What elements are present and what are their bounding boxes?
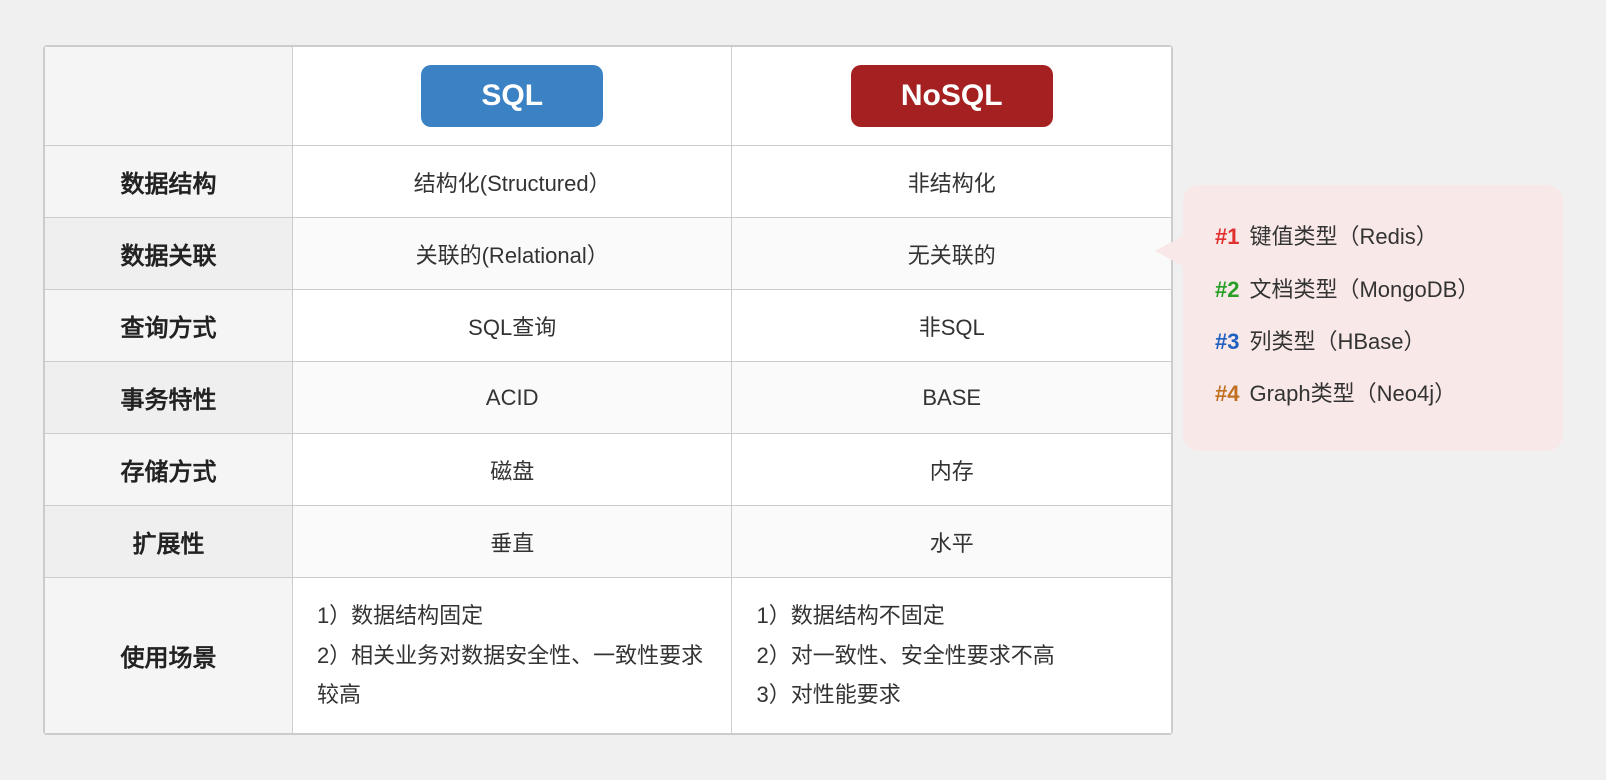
callout-number: #3 — [1215, 318, 1239, 366]
nosql-button: NoSQL — [851, 65, 1053, 127]
callout-number: #4 — [1215, 370, 1239, 418]
callout-text: 列类型（HBase） — [1249, 318, 1425, 366]
sql-cell: 结构化(Structured） — [292, 146, 732, 218]
feature-cell: 使用场景 — [45, 578, 293, 734]
sql-cell: 垂直 — [292, 506, 732, 578]
callout-item: #2文档类型（MongoDB） — [1215, 266, 1531, 314]
nosql-cell: 1）数据结构不固定2）对一致性、安全性要求不高3）对性能要求 — [732, 578, 1172, 734]
sql-cell: 关联的(Relational） — [292, 218, 732, 290]
feature-cell: 事务特性 — [45, 362, 293, 434]
header-sql-col: SQL — [292, 47, 732, 146]
sql-cell: ACID — [292, 362, 732, 434]
table-row: 查询方式SQL查询非SQL — [45, 290, 1172, 362]
feature-cell: 数据关联 — [45, 218, 293, 290]
callout-item: #4Graph类型（Neo4j） — [1215, 370, 1531, 418]
nosql-cell: 无关联的 — [732, 218, 1172, 290]
table-row: 数据结构结构化(Structured）非结构化 — [45, 146, 1172, 218]
comparison-table-wrapper: SQL NoSQL 数据结构结构化(Structured）非结构化数据关联关联的… — [43, 45, 1173, 735]
header-nosql-col: NoSQL — [732, 47, 1172, 146]
feature-cell: 存储方式 — [45, 434, 293, 506]
callout-text: Graph类型（Neo4j） — [1249, 370, 1456, 418]
nosql-cell: 非SQL — [732, 290, 1172, 362]
table-row: 使用场景1）数据结构固定2）相关业务对数据安全性、一致性要求较高1）数据结构不固… — [45, 578, 1172, 734]
main-container: SQL NoSQL 数据结构结构化(Structured）非结构化数据关联关联的… — [43, 45, 1563, 735]
callout-text: 文档类型（MongoDB） — [1249, 266, 1479, 314]
table-row: 存储方式磁盘内存 — [45, 434, 1172, 506]
table-row: 扩展性垂直水平 — [45, 506, 1172, 578]
feature-cell: 数据结构 — [45, 146, 293, 218]
table-row: 数据关联关联的(Relational）无关联的 — [45, 218, 1172, 290]
callout-number: #2 — [1215, 266, 1239, 314]
callout-number: #1 — [1215, 213, 1239, 261]
nosql-cell: 非结构化 — [732, 146, 1172, 218]
comparison-table: SQL NoSQL 数据结构结构化(Structured）非结构化数据关联关联的… — [44, 46, 1172, 734]
sql-cell: SQL查询 — [292, 290, 732, 362]
header-feature-col — [45, 47, 293, 146]
table-row: 事务特性ACIDBASE — [45, 362, 1172, 434]
feature-cell: 查询方式 — [45, 290, 293, 362]
callout-item: #3列类型（HBase） — [1215, 318, 1531, 366]
feature-cell: 扩展性 — [45, 506, 293, 578]
callout-bubble: #1键值类型（Redis）#2文档类型（MongoDB）#3列类型（HBase）… — [1183, 185, 1563, 451]
sql-button: SQL — [421, 65, 603, 127]
callout-item: #1键值类型（Redis） — [1215, 213, 1531, 261]
nosql-cell: 水平 — [732, 506, 1172, 578]
nosql-cell: 内存 — [732, 434, 1172, 506]
nosql-cell: BASE — [732, 362, 1172, 434]
sql-cell: 磁盘 — [292, 434, 732, 506]
callout-text: 键值类型（Redis） — [1249, 213, 1437, 261]
sql-cell: 1）数据结构固定2）相关业务对数据安全性、一致性要求较高 — [292, 578, 732, 734]
